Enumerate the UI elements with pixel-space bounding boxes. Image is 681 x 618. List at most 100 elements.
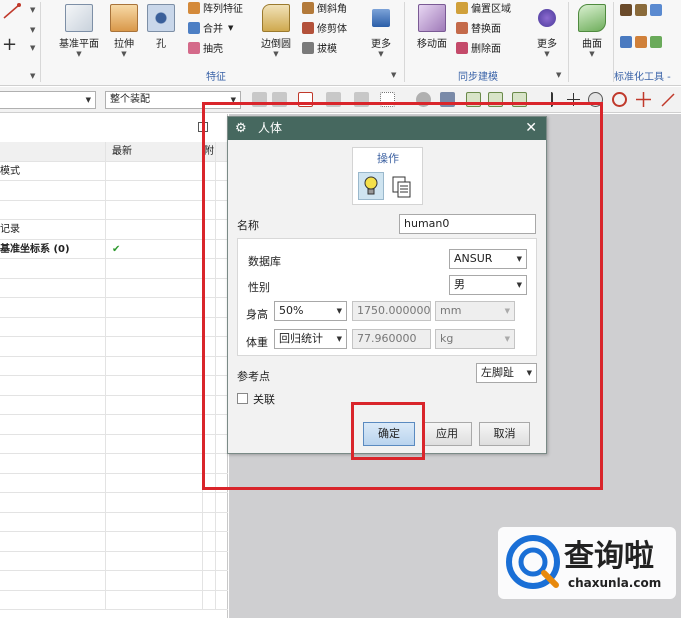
hole-button[interactable]: 孔 bbox=[146, 4, 176, 50]
table-row bbox=[0, 590, 228, 610]
chamfer-button[interactable]: 倒斜角 bbox=[302, 0, 347, 15]
separator bbox=[40, 2, 41, 82]
table-row bbox=[0, 473, 228, 493]
chevron-down-icon[interactable]: ▼ bbox=[391, 71, 396, 79]
table-row bbox=[0, 317, 228, 337]
edge-blend-button[interactable]: 边倒圆 ▼ bbox=[256, 4, 296, 58]
surface-icon bbox=[578, 4, 606, 32]
tool-icon[interactable] bbox=[650, 4, 662, 16]
tool-icon[interactable] bbox=[635, 36, 647, 48]
delete-face-icon bbox=[456, 41, 468, 54]
table-row[interactable]: 基准坐标系 (0) ✔ bbox=[0, 239, 228, 259]
tool-icon[interactable] bbox=[620, 4, 632, 16]
shell-icon bbox=[188, 41, 200, 54]
navigator-table: 最新 附 模式 记录 基准坐标系 (0) ✔ bbox=[0, 142, 228, 610]
unite-icon bbox=[188, 21, 200, 34]
table-row bbox=[0, 532, 228, 552]
highlight-box-ok bbox=[351, 402, 425, 460]
move-face-icon bbox=[418, 4, 446, 32]
separator bbox=[568, 2, 569, 82]
move-face-button[interactable]: 移动面 bbox=[412, 4, 452, 50]
table-row[interactable] bbox=[0, 181, 228, 201]
table-row[interactable]: 模式 bbox=[0, 161, 228, 181]
table-row bbox=[0, 356, 228, 376]
replace-face-button[interactable]: 替换面 bbox=[456, 20, 501, 35]
table-row bbox=[0, 571, 228, 591]
chevron-down-icon[interactable]: ▼ bbox=[30, 26, 35, 34]
group-label-features: 特征 bbox=[206, 72, 226, 83]
ribbon: + ▼ ▼ ▼ ▼ 基准平面 ▼ 拉伸 ▼ 孔 阵列特征 合并 ▼ 抽壳 边倒圆… bbox=[0, 0, 681, 86]
table-row bbox=[0, 415, 228, 435]
watermark: 查询啦 chaxunla.com bbox=[498, 527, 676, 599]
point-tool-icon[interactable]: + bbox=[2, 34, 17, 55]
pattern-feature-button[interactable]: 阵列特征 bbox=[188, 0, 243, 15]
datum-plane-button[interactable]: 基准平面 ▼ bbox=[56, 4, 102, 58]
chevron-down-icon: ▼ bbox=[273, 50, 279, 58]
chamfer-icon bbox=[302, 1, 314, 14]
group-label-sync: 同步建模 bbox=[458, 72, 498, 83]
offset-region-button[interactable]: 偏置区域 bbox=[456, 0, 511, 15]
chevron-down-icon[interactable]: ▼ bbox=[30, 72, 35, 80]
tool-icon[interactable] bbox=[650, 36, 662, 48]
draft-button[interactable]: 拔模 bbox=[302, 40, 337, 55]
unite-button[interactable]: 合并 ▼ bbox=[188, 20, 233, 35]
table-row bbox=[0, 395, 228, 415]
snap-existing-point-icon[interactable] bbox=[636, 92, 651, 107]
extrude-button[interactable]: 拉伸 ▼ bbox=[106, 4, 142, 58]
table-row bbox=[0, 259, 228, 279]
snap-quadrant-icon[interactable] bbox=[612, 92, 627, 107]
snap-on-curve-icon[interactable] bbox=[660, 92, 675, 107]
table-row bbox=[0, 337, 228, 357]
chevron-down-icon[interactable]: ▼ bbox=[556, 71, 561, 79]
group-label-standard-tools: 标准化工具 - bbox=[614, 72, 671, 83]
trim-body-button[interactable]: 修剪体 bbox=[302, 20, 347, 35]
features-more-button[interactable]: 更多 ▼ bbox=[366, 4, 396, 58]
extrude-icon bbox=[110, 4, 138, 32]
chevron-down-icon: ▼ bbox=[121, 50, 127, 58]
table-row bbox=[0, 278, 228, 298]
header-latest-cell[interactable]: 最新 bbox=[107, 142, 203, 161]
draft-icon bbox=[302, 41, 314, 54]
chevron-down-icon: ▼ bbox=[589, 50, 595, 58]
table-row bbox=[0, 493, 228, 513]
edge-blend-icon bbox=[262, 4, 290, 32]
table-header: 最新 附 bbox=[0, 142, 228, 162]
hole-icon bbox=[147, 4, 175, 32]
pattern-feature-icon bbox=[188, 1, 200, 14]
chevron-down-icon[interactable]: ▼ bbox=[30, 6, 35, 14]
trim-body-icon bbox=[302, 21, 314, 34]
sync-more-button[interactable]: 更多 ▼ bbox=[532, 4, 562, 58]
table-row bbox=[0, 512, 228, 532]
table-row bbox=[0, 454, 228, 474]
offset-region-icon bbox=[456, 1, 468, 14]
table-row[interactable] bbox=[0, 200, 228, 220]
standard-tools-row-2 bbox=[620, 36, 665, 48]
datum-plane-icon bbox=[65, 4, 93, 32]
replace-face-icon bbox=[456, 21, 468, 34]
header-name-cell[interactable] bbox=[0, 142, 106, 161]
table-row bbox=[0, 434, 228, 454]
chevron-down-icon[interactable]: ▼ bbox=[30, 44, 35, 52]
more-icon bbox=[372, 9, 390, 27]
tool-icon[interactable] bbox=[620, 36, 632, 48]
table-row bbox=[0, 376, 228, 396]
part-navigator: 最新 附 模式 记录 基准坐标系 (0) ✔ bbox=[0, 114, 228, 618]
table-row bbox=[0, 298, 228, 318]
chevron-down-icon: ▼ bbox=[76, 50, 82, 58]
chevron-down-icon: ▼ bbox=[544, 50, 550, 58]
standard-tools-row-1 bbox=[620, 4, 665, 16]
shell-button[interactable]: 抽壳 bbox=[188, 40, 223, 55]
chevron-down-icon: ▼ bbox=[228, 23, 234, 32]
separator bbox=[404, 2, 405, 82]
watermark-logo-icon bbox=[504, 533, 562, 591]
selection-filter-combo[interactable] bbox=[0, 91, 96, 109]
watermark-brand: 查询啦 bbox=[564, 539, 654, 574]
more-icon bbox=[538, 9, 556, 27]
chevron-down-icon: ▼ bbox=[378, 50, 384, 58]
delete-face-button[interactable]: 删除面 bbox=[456, 40, 501, 55]
line-tool-icon[interactable] bbox=[2, 2, 22, 20]
tool-icon[interactable] bbox=[635, 4, 647, 16]
surface-button[interactable]: 曲面 ▼ bbox=[574, 4, 610, 58]
table-row[interactable]: 记录 bbox=[0, 220, 228, 240]
watermark-url: chaxunla.com bbox=[568, 576, 662, 590]
